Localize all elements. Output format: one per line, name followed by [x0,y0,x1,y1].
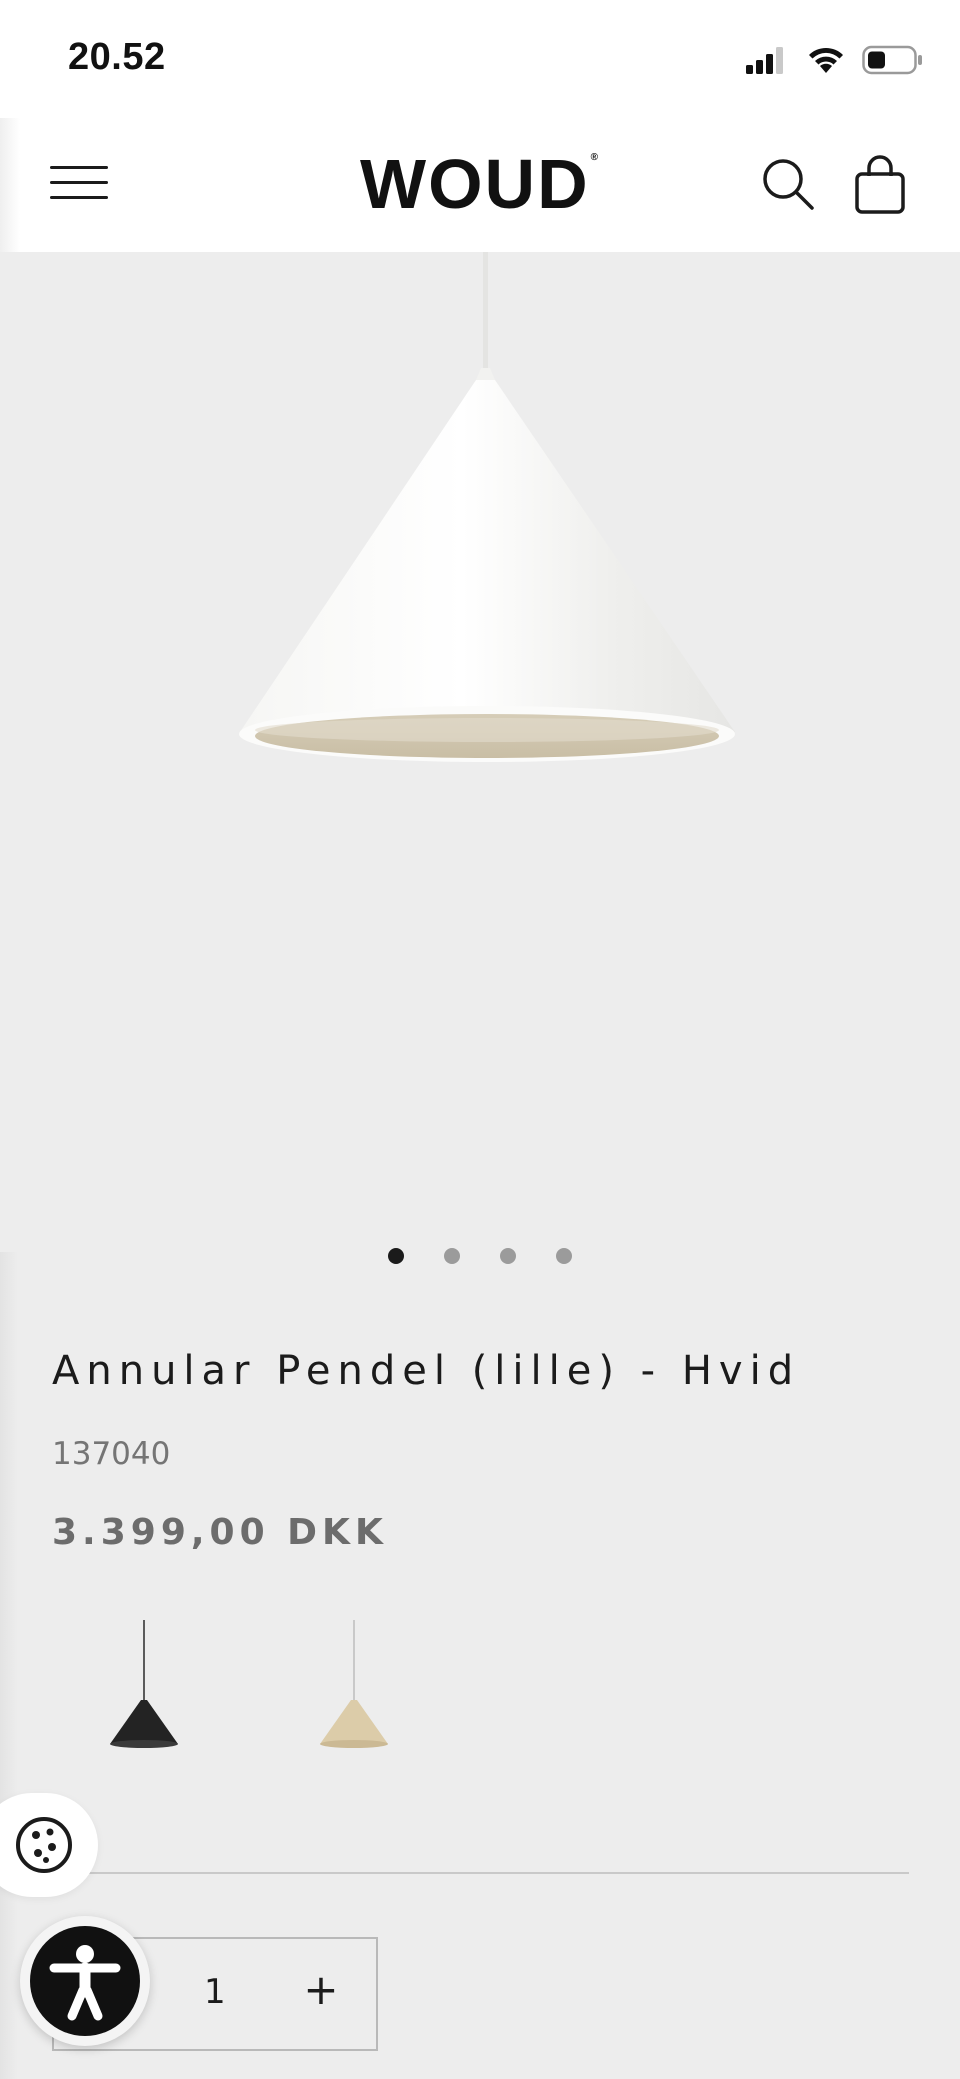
gallery-dot-2[interactable] [444,1248,460,1264]
logo-text: WOUD [360,145,590,223]
product-price: 3.399,00 DKK [52,1512,388,1553]
status-bar: 20.52 [0,0,960,118]
cookie-settings-button[interactable] [0,1793,98,1897]
gallery-dot-1[interactable] [388,1248,404,1264]
cellular-signal-icon [746,47,783,74]
product-title: Annular Pendel (lille) - Hvid [52,1348,801,1394]
status-time: 20.52 [68,36,166,78]
brand-logo[interactable]: WOUD® [0,144,960,224]
search-icon[interactable] [760,156,816,212]
quantity-value[interactable]: 1 [204,1972,226,2012]
section-divider [52,1872,909,1874]
accessibility-badge [30,1926,140,2036]
accessibility-button[interactable] [20,1916,150,2046]
product-image [239,252,735,762]
shopping-bag-icon[interactable] [852,154,908,216]
gallery-dot-4[interactable] [556,1248,572,1264]
gallery-dot-3[interactable] [500,1248,516,1264]
status-icons [744,40,924,80]
site-header: WOUD® [0,118,960,252]
product-sku: 137040 [52,1436,171,1472]
wifi-icon [809,47,843,73]
logo-mark: ® [590,152,600,163]
accessibility-person-icon [49,1945,121,2021]
gallery-pagination [0,1248,960,1268]
variant-swatch-sand[interactable] [300,1620,410,1760]
quantity-increase-button[interactable]: + [296,1960,346,2020]
product-gallery[interactable] [0,252,960,1252]
cookie-icon [16,1817,72,1873]
variant-swatch-black[interactable] [90,1620,200,1760]
battery-icon [862,45,922,75]
